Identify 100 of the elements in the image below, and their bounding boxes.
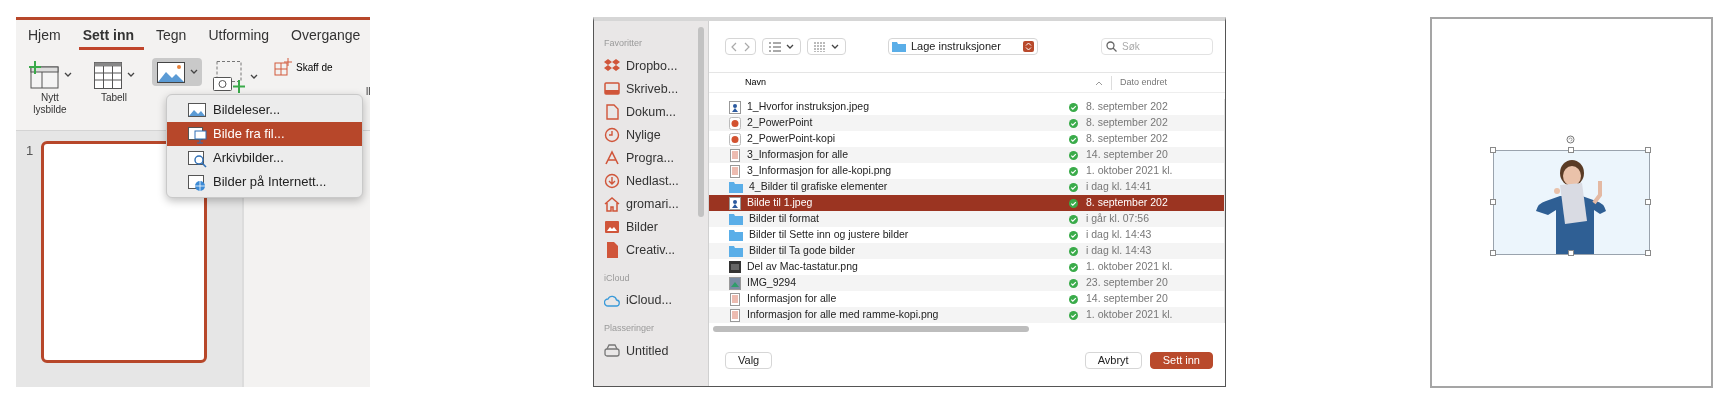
file-row[interactable]: 3_Informasjon for alle 14. september 20 bbox=[709, 147, 1224, 163]
scrollbar[interactable] bbox=[713, 326, 1029, 332]
slide-thumbnail[interactable] bbox=[41, 141, 208, 363]
file-row[interactable]: Bilder til format i går kl. 07:56 bbox=[709, 211, 1224, 227]
ribbon-tab[interactable]: Sett inn bbox=[78, 26, 144, 50]
column-header[interactable]: Dato endret bbox=[1120, 75, 1168, 90]
document-file-icon bbox=[729, 164, 741, 178]
caret-icon bbox=[64, 72, 72, 78]
file-row[interactable]: 2_PowerPoint 8. september 202 bbox=[709, 115, 1224, 131]
ribbon-tab[interactable]: Utforming bbox=[204, 26, 280, 50]
scrollbar[interactable] bbox=[698, 27, 704, 217]
file-row[interactable]: Informasjon for alle med ramme-kopi.png 1. oktober 2021 kl. bbox=[709, 307, 1224, 323]
insert-button[interactable]: Sett inn bbox=[1149, 352, 1213, 369]
synced-icon bbox=[1069, 134, 1078, 144]
folder-icon bbox=[729, 245, 743, 257]
menu-item[interactable]: Bilde fra fil... bbox=[167, 122, 362, 146]
section-heading: Plasseringer bbox=[604, 322, 656, 335]
dropbox-icon bbox=[604, 58, 620, 74]
presentation-file-icon bbox=[729, 116, 741, 130]
resize-handle[interactable] bbox=[1490, 198, 1496, 205]
camera-icon bbox=[212, 60, 246, 94]
picture-icon bbox=[604, 219, 620, 235]
location-popup[interactable]: Lage instruksjoner bbox=[888, 38, 1038, 55]
resize-handle[interactable] bbox=[1490, 147, 1496, 153]
file-row[interactable]: IMG_9294 23. september 20 bbox=[709, 275, 1224, 291]
file-row[interactable]: 3_Informasjon for alle-kopi.png 1. oktober 2021 kl. bbox=[709, 163, 1224, 179]
file-row[interactable]: 1_Hvorfor instruksjon.jpeg 8. september 202 bbox=[709, 99, 1224, 115]
rotate-handle-icon[interactable] bbox=[1566, 135, 1575, 144]
synced-icon bbox=[1069, 118, 1078, 128]
folder-icon bbox=[729, 213, 743, 225]
resize-handle[interactable] bbox=[1567, 250, 1574, 256]
file-row[interactable]: Informasjon for alle 14. september 20 bbox=[709, 291, 1224, 307]
table-button[interactable]: Tabell bbox=[88, 58, 140, 106]
file-icon bbox=[604, 242, 620, 258]
desktop-icon bbox=[604, 81, 620, 97]
caret-icon bbox=[250, 74, 258, 80]
stepper-icon bbox=[1023, 41, 1034, 52]
folder-icon bbox=[729, 181, 743, 193]
new-slide-button[interactable]: Nytt lysbilde bbox=[24, 58, 76, 118]
folder-icon bbox=[892, 41, 906, 52]
list-icon bbox=[769, 41, 781, 52]
folder-icon bbox=[729, 229, 743, 241]
ribbon-tab[interactable]: Hjem bbox=[24, 26, 71, 50]
file-row[interactable]: Bilder til Ta gode bilder i dag kl. 14:43 bbox=[709, 243, 1224, 259]
sidebar-item[interactable]: Untitled bbox=[604, 339, 669, 363]
synced-icon bbox=[1069, 150, 1078, 160]
sidebar-item[interactable]: Dropbo... bbox=[604, 54, 678, 78]
resize-handle[interactable] bbox=[1645, 198, 1651, 205]
download-icon bbox=[604, 173, 620, 189]
sidebar-item[interactable]: Progra... bbox=[604, 146, 674, 170]
menu-item[interactable]: Bildeleser... bbox=[167, 98, 362, 122]
sort-icon bbox=[1095, 79, 1103, 86]
document-file-icon bbox=[729, 308, 741, 322]
sidebar-item[interactable]: iCloud... bbox=[604, 289, 672, 312]
picture-button[interactable] bbox=[152, 58, 202, 86]
get-addins-button[interactable]: Skaff de bbox=[274, 58, 370, 76]
picture-icon bbox=[187, 100, 207, 120]
synced-icon bbox=[1069, 278, 1078, 288]
file-row[interactable]: Bilder til Sette inn og justere bilder i dag kl. 14:43 bbox=[709, 227, 1224, 243]
file-row[interactable]: Bilde til 1.jpeg 8. september 202 bbox=[709, 195, 1224, 211]
resize-handle[interactable] bbox=[1645, 250, 1651, 256]
sidebar-item[interactable]: Nylige bbox=[604, 123, 661, 147]
resize-handle[interactable] bbox=[1645, 147, 1651, 153]
synced-icon bbox=[1069, 214, 1078, 224]
forward-icon bbox=[743, 41, 751, 52]
file-row[interactable]: Del av Mac-tastatur.png 1. oktober 2021 kl. bbox=[709, 259, 1224, 275]
document-icon bbox=[604, 104, 620, 120]
sidebar-item[interactable]: Bilder bbox=[604, 215, 658, 239]
dialog-button[interactable]: Avbryt bbox=[1084, 352, 1142, 369]
file-row[interactable]: 4_Bilder til grafiske elementer i dag kl. 14:41 bbox=[709, 179, 1224, 195]
addins-icon bbox=[274, 58, 292, 76]
back-forward-buttons[interactable] bbox=[725, 38, 756, 55]
sidebar-item[interactable]: gromari... bbox=[604, 192, 679, 216]
disk-icon bbox=[604, 343, 620, 359]
file-row[interactable]: 2_PowerPoint-kopi 8. september 202 bbox=[709, 131, 1224, 147]
search-field[interactable]: Søk bbox=[1101, 38, 1213, 55]
menu-item[interactable]: Arkivbilder... bbox=[167, 146, 362, 170]
caret-icon bbox=[127, 72, 135, 78]
column-header[interactable]: Navn bbox=[745, 75, 1095, 90]
sidebar-item[interactable]: Skriveb... bbox=[604, 77, 679, 101]
photo-file-icon bbox=[729, 276, 741, 290]
synced-icon bbox=[1069, 166, 1078, 176]
synced-icon bbox=[1069, 262, 1078, 272]
ribbon-tab[interactable]: Overgange bbox=[287, 26, 370, 50]
menu-item[interactable]: Bilder på Internett... bbox=[167, 170, 362, 194]
sidebar-item[interactable]: Dokum... bbox=[604, 100, 676, 124]
group-button[interactable] bbox=[807, 38, 846, 55]
synced-icon bbox=[1069, 230, 1078, 240]
sidebar-item[interactable]: Nedlast... bbox=[604, 169, 679, 193]
synced-icon bbox=[1069, 294, 1078, 304]
view-button[interactable] bbox=[762, 38, 801, 55]
synced-icon bbox=[1069, 182, 1078, 192]
ribbon-tab[interactable]: Tegn bbox=[152, 26, 197, 50]
dialog-button[interactable]: Valg bbox=[725, 352, 773, 369]
resize-handle[interactable] bbox=[1490, 250, 1496, 256]
resize-handle[interactable] bbox=[1567, 147, 1574, 153]
picture-icon bbox=[156, 60, 186, 84]
section-heading: Favoritter bbox=[604, 37, 643, 50]
sidebar-item[interactable]: Creativ... bbox=[604, 238, 676, 262]
grid-icon bbox=[814, 41, 826, 52]
